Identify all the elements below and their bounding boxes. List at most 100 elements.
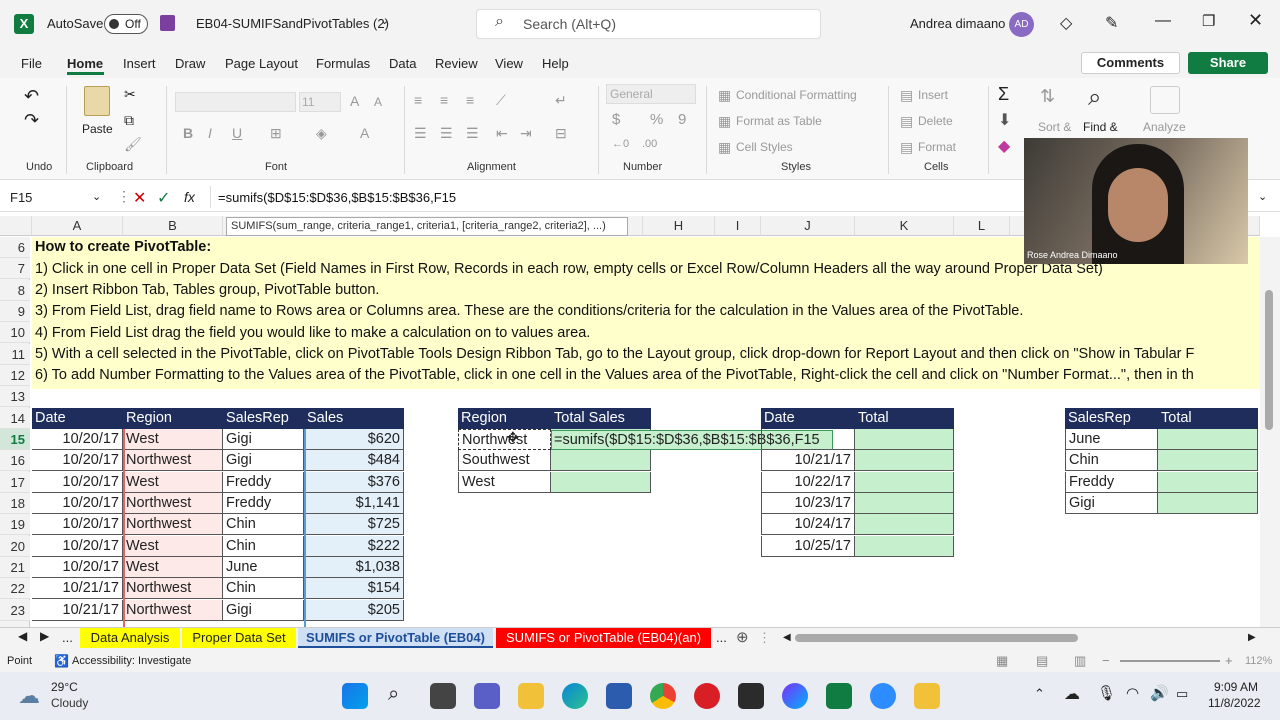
- redo-icon[interactable]: ↷: [24, 110, 39, 131]
- column-header-h[interactable]: H: [643, 216, 715, 236]
- date-criteria-cell[interactable]: 10/23/17: [761, 493, 855, 514]
- tab-draw[interactable]: Draw: [175, 56, 205, 71]
- add-sheet-icon[interactable]: ⊕: [736, 628, 749, 646]
- fill-icon[interactable]: ⬇: [998, 110, 1011, 130]
- fill-color-icon[interactable]: ◈: [316, 125, 327, 142]
- total-sales-header[interactable]: Total Sales: [551, 408, 651, 429]
- salesrep-summary-header[interactable]: SalesRep: [1065, 408, 1158, 429]
- sales-cell[interactable]: $376: [304, 472, 404, 493]
- tab-view[interactable]: View: [495, 56, 523, 71]
- align-middle-icon[interactable]: ≡: [440, 92, 448, 108]
- paste-label[interactable]: Paste: [82, 122, 113, 136]
- date-cell[interactable]: 10/20/17: [32, 536, 123, 557]
- row-header[interactable]: 17: [0, 472, 30, 493]
- analyze-button[interactable]: Analyze: [1143, 120, 1186, 134]
- more-tabs-icon[interactable]: ...: [716, 630, 727, 645]
- find-select-button[interactable]: Find &: [1083, 120, 1118, 134]
- row-header[interactable]: 14: [0, 408, 30, 429]
- sales-cell[interactable]: $222: [304, 536, 404, 557]
- cell-styles-button[interactable]: Cell Styles: [736, 140, 793, 154]
- salesrep-total-cell[interactable]: [1158, 429, 1258, 450]
- sales-cell[interactable]: $484: [304, 450, 404, 471]
- increase-decimal-icon[interactable]: ←0: [612, 138, 629, 150]
- region-cell[interactable]: West: [123, 429, 223, 450]
- wifi-icon[interactable]: ◠: [1126, 684, 1139, 702]
- sales-cell[interactable]: $1,038: [304, 557, 404, 578]
- autosum-icon[interactable]: Σ: [998, 84, 1009, 105]
- minimize-icon[interactable]: —: [1155, 12, 1171, 30]
- horizontal-scroll-thumb[interactable]: [795, 634, 1078, 642]
- date-cell[interactable]: 10/20/17: [32, 472, 123, 493]
- currency-icon[interactable]: $: [612, 111, 620, 128]
- prev-sheet-icon[interactable]: ◀: [18, 629, 27, 643]
- scroll-right-icon[interactable]: ▶: [1248, 632, 1256, 643]
- merge-center-icon[interactable]: ⊟: [555, 125, 567, 142]
- italic-icon[interactable]: I: [208, 125, 212, 141]
- sales-cell[interactable]: $1,141: [304, 493, 404, 514]
- row-header[interactable]: 20: [0, 536, 30, 557]
- sales-cell[interactable]: $620: [304, 429, 404, 450]
- salesrep-cell[interactable]: Freddy: [223, 493, 304, 514]
- date-criteria-cell[interactable]: 10/25/17: [761, 536, 855, 557]
- chevron-down-icon[interactable]: ⌄: [380, 14, 389, 27]
- align-right-icon[interactable]: ☰: [466, 125, 479, 142]
- normal-view-icon[interactable]: ▦: [996, 653, 1008, 669]
- total-sales-cell[interactable]: [551, 450, 651, 471]
- tab-help[interactable]: Help: [542, 56, 569, 71]
- salesrep-cell[interactable]: Gigi: [223, 600, 304, 621]
- region-cell[interactable]: Northwest: [123, 578, 223, 599]
- header-sales[interactable]: Sales: [304, 408, 404, 429]
- messenger-icon[interactable]: [782, 683, 808, 709]
- salesrep-criteria-cell[interactable]: Chin: [1065, 450, 1158, 471]
- row-header[interactable]: 8: [0, 280, 30, 301]
- store-icon[interactable]: [606, 683, 632, 709]
- date-cell[interactable]: 10/20/17: [32, 429, 123, 450]
- file-name[interactable]: EB04-SUMIFSandPivotTables (2): [196, 16, 389, 31]
- align-center-icon[interactable]: ☰: [440, 125, 453, 142]
- salesrep-cell[interactable]: Freddy: [223, 472, 304, 493]
- column-header-b[interactable]: B: [123, 216, 223, 236]
- region-cell[interactable]: West: [123, 557, 223, 578]
- row-header[interactable]: 16: [0, 450, 30, 471]
- row-header[interactable]: 10: [0, 322, 30, 343]
- column-header-l[interactable]: L: [954, 216, 1010, 236]
- app-icon[interactable]: [738, 683, 764, 709]
- row-header[interactable]: 12: [0, 365, 30, 386]
- bold-icon[interactable]: B: [183, 125, 193, 141]
- salesrep-criteria-cell[interactable]: Gigi: [1065, 493, 1158, 514]
- expand-formula-icon[interactable]: ⌄: [1258, 190, 1267, 203]
- tab-formulas[interactable]: Formulas: [316, 56, 370, 71]
- date-cell[interactable]: 10/20/17: [32, 557, 123, 578]
- header-date[interactable]: Date: [32, 408, 123, 429]
- date-cell[interactable]: 10/21/17: [32, 600, 123, 621]
- salesrep-cell[interactable]: Gigi: [223, 450, 304, 471]
- cancel-icon[interactable]: ✕: [133, 188, 146, 208]
- row-header[interactable]: 22: [0, 578, 30, 599]
- weather-temp[interactable]: 29°C: [51, 680, 78, 694]
- copy-icon[interactable]: ⧉: [124, 112, 134, 129]
- conditional-formatting-button[interactable]: Conditional Formatting: [736, 88, 857, 102]
- date-cell[interactable]: 10/20/17: [32, 450, 123, 471]
- font-color-icon[interactable]: A: [360, 125, 369, 141]
- date-total-cell[interactable]: [855, 450, 954, 471]
- align-bottom-icon[interactable]: ≡: [466, 92, 474, 108]
- weather-condition[interactable]: Cloudy: [51, 696, 88, 710]
- wrap-text-icon[interactable]: ↵: [555, 92, 567, 109]
- close-icon[interactable]: ✕: [1248, 10, 1263, 31]
- tab-data[interactable]: Data: [389, 56, 416, 71]
- onedrive-icon[interactable]: ☁: [1064, 684, 1080, 704]
- region-cell[interactable]: Northwest: [123, 514, 223, 535]
- sheet-tab-sumifs-active[interactable]: SUMIFS or PivotTable (EB04): [298, 628, 493, 648]
- comma-icon[interactable]: 9: [678, 111, 686, 128]
- undo-icon[interactable]: ↶: [24, 86, 39, 107]
- share-button[interactable]: Share: [1188, 52, 1268, 74]
- paste-icon[interactable]: [84, 86, 110, 116]
- opera-icon[interactable]: [694, 683, 720, 709]
- salesrep-cell[interactable]: Chin: [223, 514, 304, 535]
- increase-indent-icon[interactable]: ⇥: [520, 125, 532, 142]
- number-format-select[interactable]: General: [606, 84, 696, 104]
- row-header[interactable]: 18: [0, 493, 30, 514]
- search-input[interactable]: Search (Alt+Q): [476, 9, 821, 39]
- total-sales-cell[interactable]: [551, 472, 651, 493]
- region-cell[interactable]: Northwest: [123, 450, 223, 471]
